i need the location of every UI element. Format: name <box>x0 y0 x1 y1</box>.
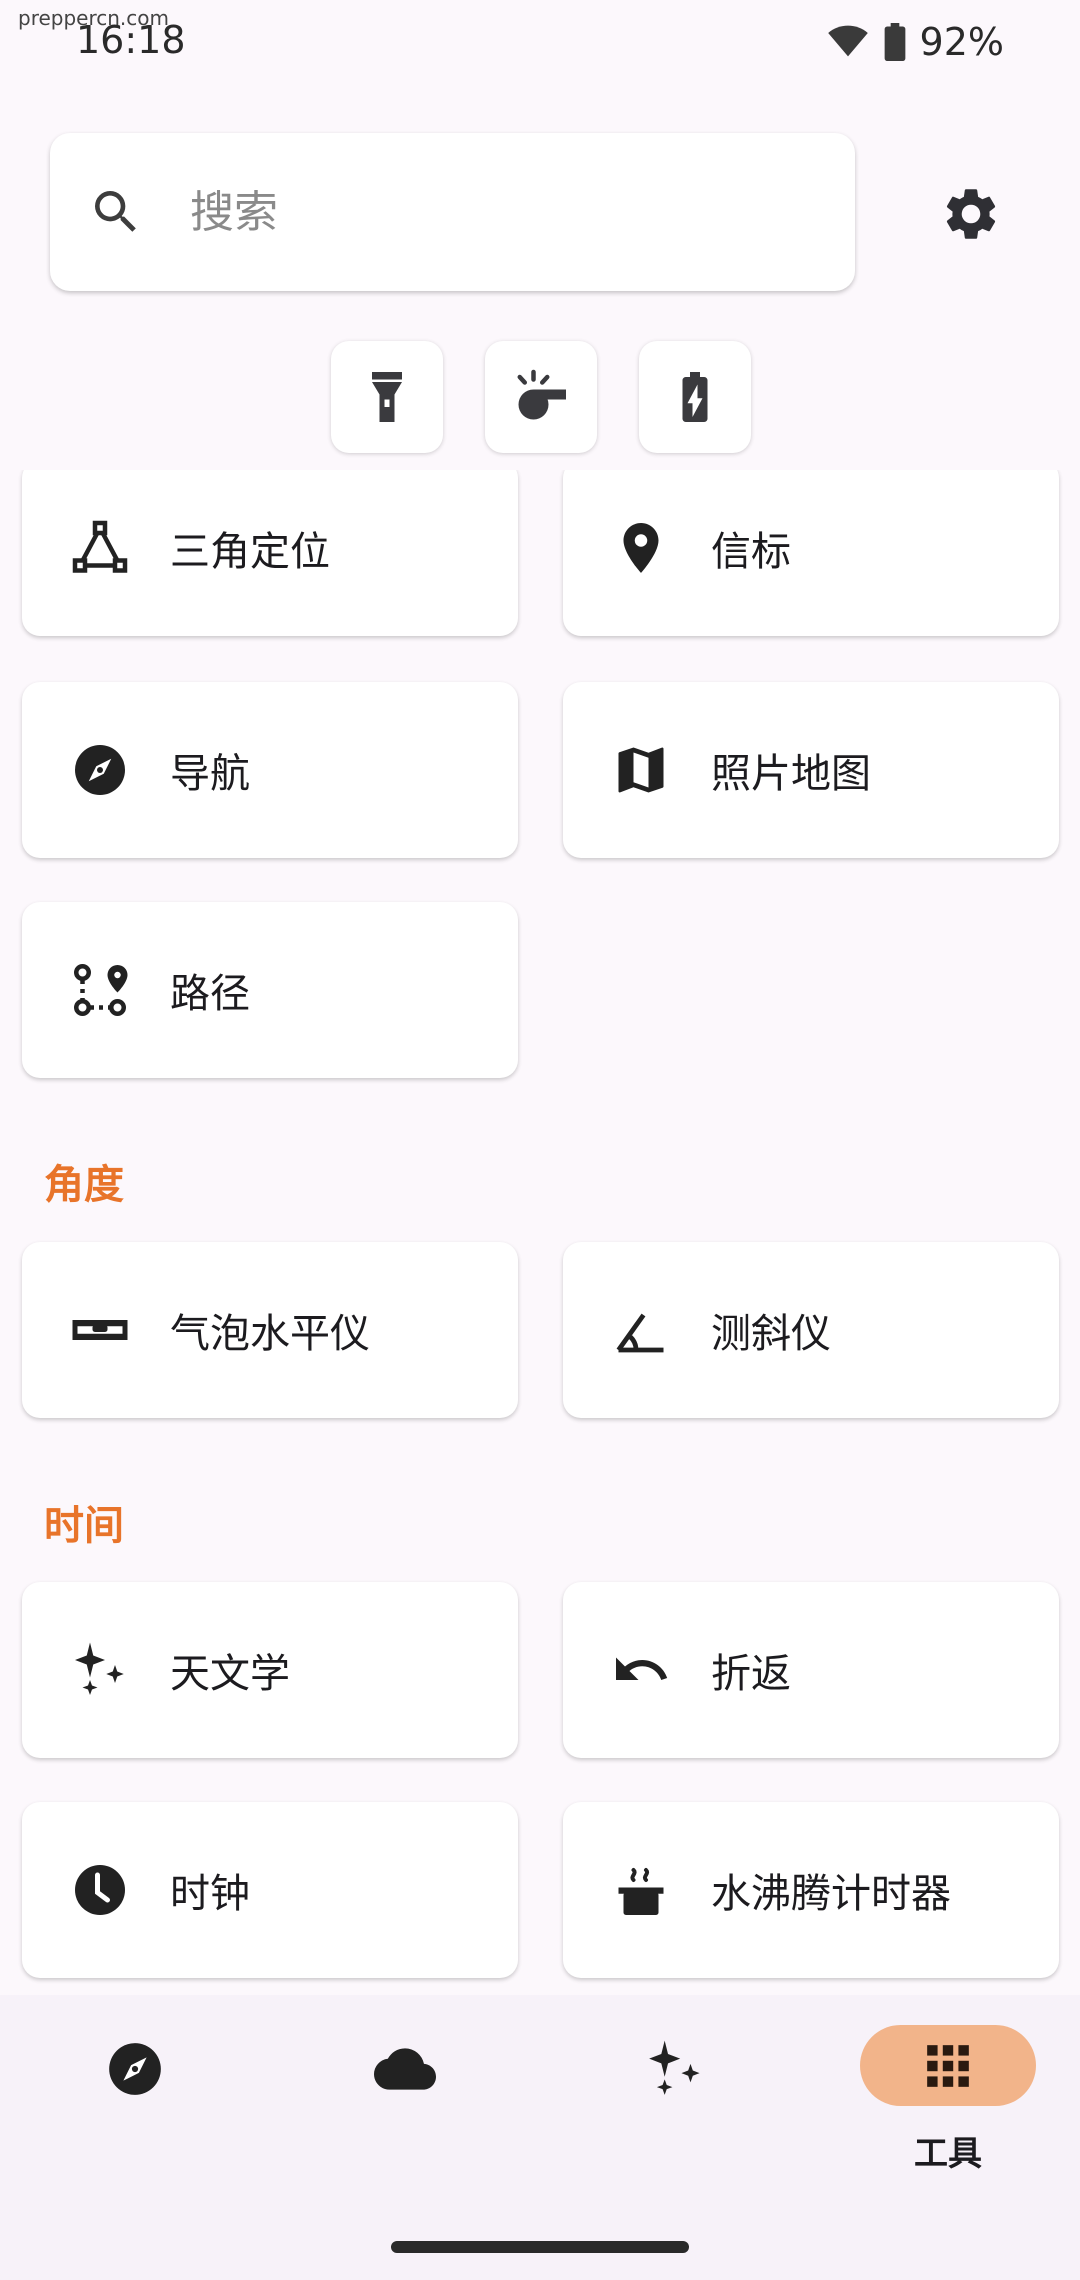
tool-beacons[interactable]: 信标 <box>563 470 1059 636</box>
tool-label: 照片地图 <box>711 751 871 797</box>
status-icons: 92% <box>826 20 1004 64</box>
nav-astronomy[interactable] <box>590 2025 760 2175</box>
tool-label: 测斜仪 <box>711 1311 831 1357</box>
wifi-icon <box>827 25 868 57</box>
location-pin-icon <box>611 518 671 578</box>
tool-label: 路径 <box>170 971 250 1017</box>
tool-astronomy[interactable]: 天文学 <box>22 1582 518 1758</box>
tool-label: 折返 <box>711 1651 791 1697</box>
nav-tools-label: 工具 <box>914 2134 982 2174</box>
tool-water-boil-timer[interactable]: 水沸腾计时器 <box>563 1802 1059 1978</box>
flashlight-icon <box>372 372 402 422</box>
battery-percent: 92% <box>919 20 1004 64</box>
compass-icon <box>70 740 130 800</box>
tool-label: 导航 <box>170 751 250 797</box>
tool-label: 气泡水平仪 <box>170 1311 370 1357</box>
level-icon <box>70 1300 130 1360</box>
status-time: 16:18 <box>76 18 186 62</box>
boiling-pot-icon <box>611 1860 671 1920</box>
tool-label: 天文学 <box>170 1651 290 1697</box>
battery-icon <box>682 372 708 422</box>
search-bar[interactable] <box>50 133 855 291</box>
clock-icon <box>70 1860 130 1920</box>
tool-triangulate[interactable]: 三角定位 <box>22 470 518 636</box>
tool-bubble-level[interactable]: 气泡水平仪 <box>22 1242 518 1418</box>
weather-icon <box>374 2048 436 2090</box>
battery-status-icon <box>884 23 905 61</box>
search-icon <box>95 191 136 232</box>
undo-icon <box>611 1640 671 1700</box>
whistle-icon <box>517 369 566 420</box>
flashlight-button[interactable] <box>331 341 443 453</box>
nav-tools[interactable]: 工具 <box>860 2025 1036 2175</box>
settings-gear-icon[interactable] <box>940 183 1002 245</box>
section-header-angles: 角度 <box>44 1162 124 1208</box>
tools-icon <box>927 2044 969 2087</box>
triangle-icon <box>70 518 130 578</box>
tool-label: 信标 <box>711 529 791 575</box>
map-icon <box>611 740 671 800</box>
tool-photo-maps[interactable]: 照片地图 <box>563 682 1059 858</box>
route-icon <box>70 960 130 1020</box>
section-header-time: 时间 <box>44 1503 124 1549</box>
angle-icon <box>611 1300 671 1360</box>
tool-backtrack[interactable]: 折返 <box>563 1582 1059 1758</box>
sparkles-icon <box>70 1640 130 1700</box>
bottom-navigation: 工具 <box>0 1995 1080 2280</box>
home-indicator[interactable] <box>391 2241 689 2253</box>
tool-label: 三角定位 <box>170 529 330 575</box>
astronomy-icon <box>649 2040 700 2095</box>
navigation-icon <box>109 2043 161 2095</box>
nav-weather[interactable] <box>320 2025 490 2175</box>
nav-active-indicator <box>860 2025 1036 2106</box>
tool-paths[interactable]: 路径 <box>22 902 518 1078</box>
nav-navigation[interactable] <box>50 2025 220 2175</box>
tool-clinometer[interactable]: 测斜仪 <box>563 1242 1059 1418</box>
tool-navigation[interactable]: 导航 <box>22 682 518 858</box>
tool-list[interactable]: 三角定位 信标 导航 照片地图 路径 角度 气泡水平仪 测斜仪 时间 天文学 折… <box>0 470 1080 1995</box>
battery-button[interactable] <box>639 341 751 453</box>
search-input[interactable] <box>190 186 750 238</box>
tool-label: 时钟 <box>170 1871 250 1917</box>
tool-clock[interactable]: 时钟 <box>22 1802 518 1978</box>
whistle-button[interactable] <box>485 341 597 453</box>
tool-label: 水沸腾计时器 <box>711 1871 951 1917</box>
